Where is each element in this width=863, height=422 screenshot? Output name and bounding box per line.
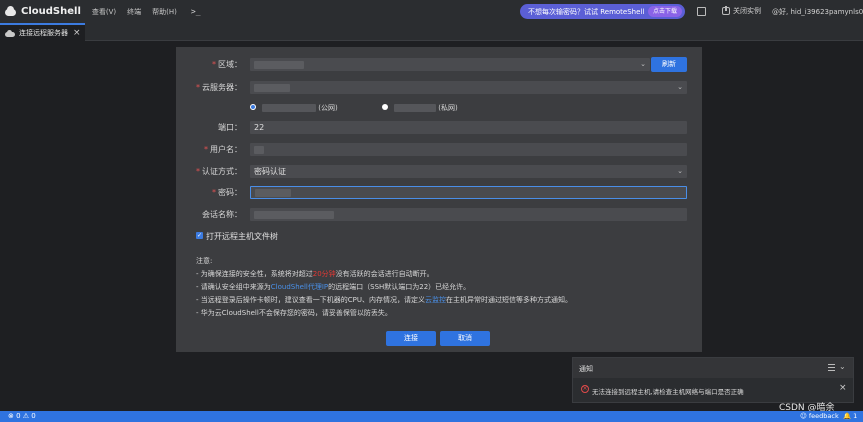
notification-panel: 通知 ⌄ × 无法连接到远程主机,请检查主机网络与端口是否正确 × — [572, 357, 854, 403]
clear-all-icon[interactable] — [828, 364, 835, 371]
password-row: * 密码： — [176, 186, 702, 199]
chevron-down-icon: ⌄ — [677, 167, 683, 175]
port-row: 端口： 22 — [176, 121, 702, 134]
error-icon: × — [581, 385, 589, 393]
notes-section: 注意: - 为确保连接的安全性，系统将对超过20分钟没有活跃的会话进行自动断开。… — [196, 255, 572, 320]
server-row: * 云服务器： ⌄ — [176, 81, 702, 94]
connect-button[interactable]: 连接 — [386, 331, 436, 346]
notification-title: 通知 — [579, 365, 593, 373]
username-label: * 用户名： — [204, 145, 242, 154]
note-line-4: - 华为云CloudShell不会保存您的密码，请妥善保管以防丢失。 — [196, 309, 392, 317]
chevron-down-icon: ⌄ — [640, 60, 646, 68]
username-row: * 用户名： — [176, 143, 702, 156]
open-filetree-checkbox[interactable]: ✓ — [196, 232, 203, 239]
public-ip-option: (公网) — [262, 103, 338, 113]
chevron-down-icon[interactable]: ⌄ — [839, 362, 846, 371]
note-line-2: - 请确认安全组中来源为CloudShell代理IP的远程端口（SSH默认端口为… — [196, 283, 471, 291]
public-ip-radio[interactable] — [250, 104, 256, 110]
region-label: * 区域： — [212, 60, 242, 69]
redacted-value — [254, 210, 334, 219]
menu-view[interactable]: 查看(V) — [92, 7, 116, 17]
notification-close-icon[interactable]: × — [839, 383, 847, 393]
promo-download-button[interactable]: 点击下载 — [647, 6, 682, 17]
title-bar: CloudShell 查看(V) 终端 帮助(H) >_ 不想每次输密码？试试 … — [0, 0, 863, 23]
menu-help[interactable]: 帮助(H) — [152, 7, 177, 17]
redacted-value — [254, 83, 290, 92]
app-logo: CloudShell — [4, 6, 81, 17]
status-bar: ⊗ 0 ⚠ 0 ☺ feedback 🔔 1 — [0, 411, 863, 422]
region-row: * 区域： ⌄ — [176, 58, 702, 71]
menu-bar: 查看(V) 终端 帮助(H) — [92, 7, 188, 17]
refresh-button[interactable]: 刷新 — [651, 57, 687, 72]
username-input[interactable] — [250, 143, 687, 156]
cloud-monitor-link[interactable]: 云监控 — [425, 296, 446, 304]
note-line-3: - 当远程登录后操作卡顿时，建议查看一下机器的CPU、内存情况，请定义云监控在主… — [196, 296, 572, 304]
password-input[interactable] — [250, 186, 687, 199]
app-title: CloudShell — [21, 6, 81, 17]
notification-message: 无法连接到远程主机,请检查主机网络与端口是否正确 — [592, 388, 744, 396]
session-row: 会话名称： — [176, 208, 702, 221]
port-input[interactable]: 22 — [250, 121, 687, 134]
auth-label: * 认证方式： — [196, 167, 242, 176]
private-ip-option: (私网) — [394, 103, 458, 113]
proxy-ip-link[interactable]: CloudShell代理IP — [271, 283, 328, 291]
cloud-logo-icon — [4, 6, 17, 17]
close-instance-button[interactable]: 关闭实例 — [722, 6, 761, 16]
session-name-input[interactable] — [250, 208, 687, 221]
password-label: * 密码： — [212, 188, 242, 197]
close-instance-label: 关闭实例 — [733, 7, 761, 15]
problems-indicator[interactable]: ⊗ 0 ⚠ 0 — [8, 412, 36, 420]
redacted-value — [254, 145, 264, 154]
server-label: * 云服务器： — [196, 83, 242, 92]
auth-row: * 认证方式： 密码认证 ⌄ — [176, 165, 702, 178]
power-icon — [722, 6, 730, 15]
promo-banner[interactable]: 不想每次输密码？试试 RemoteShell 点击下载 — [520, 4, 685, 19]
terminal-icon[interactable]: >_ — [191, 7, 201, 16]
idle-timeout-highlight: 20分钟 — [312, 270, 336, 278]
port-label: 端口： — [218, 123, 242, 132]
auth-value: 密码认证 — [254, 167, 286, 176]
tab-label: 连接远程服务器 — [19, 29, 68, 37]
region-select[interactable]: ⌄ — [250, 58, 650, 71]
chevron-down-icon: ⌄ — [677, 83, 683, 91]
redacted-value — [254, 60, 304, 69]
menu-terminal[interactable]: 终端 — [127, 7, 141, 17]
tab-close-icon[interactable]: × — [73, 28, 81, 38]
fullscreen-icon[interactable] — [697, 7, 706, 16]
connect-form-panel: * 区域： ⌄ 刷新 * 云服务器： ⌄ (公网) (私网) 端口： 22 * 用户名… — [176, 47, 702, 352]
server-select[interactable]: ⌄ — [250, 81, 687, 94]
notes-title: 注意: — [196, 257, 213, 265]
notification-header: 通知 ⌄ — [573, 358, 853, 378]
tab-bar: 连接远程服务器 × — [0, 23, 863, 41]
promo-text: 不想每次输密码？试试 RemoteShell — [528, 7, 645, 16]
open-filetree-label[interactable]: 打开远程主机文件树 — [206, 231, 278, 242]
redacted-value — [255, 188, 291, 197]
auth-select[interactable]: 密码认证 ⌄ — [250, 165, 687, 178]
cloud-icon — [5, 29, 15, 37]
session-label: 会话名称： — [202, 210, 242, 219]
feedback-button[interactable]: ☺ feedback — [800, 412, 839, 420]
cancel-button[interactable]: 取消 — [440, 331, 490, 346]
note-line-1: - 为确保连接的安全性，系统将对超过20分钟没有活跃的会话进行自动断开。 — [196, 270, 434, 278]
user-greeting[interactable]: @好, hid_i39623pamynls0u — [772, 7, 863, 17]
private-ip-radio[interactable] — [382, 104, 388, 110]
notifications-indicator[interactable]: 🔔 1 — [843, 412, 857, 420]
tab-connect-remote[interactable]: 连接远程服务器 × — [0, 23, 85, 41]
